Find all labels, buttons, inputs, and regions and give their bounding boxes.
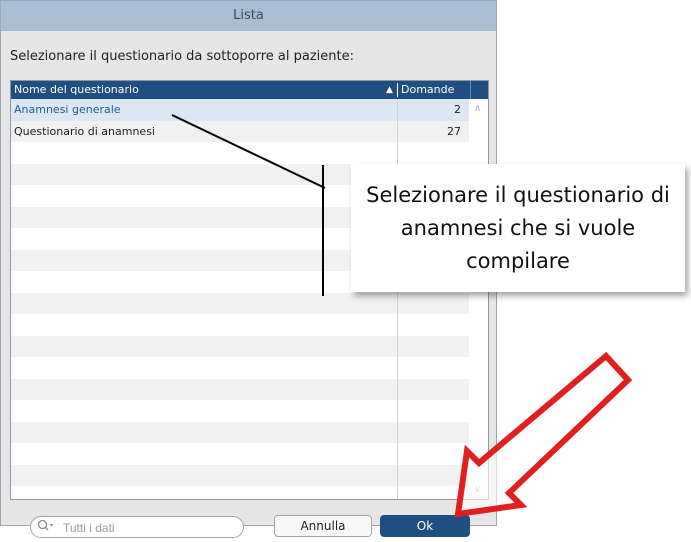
- red-arrow-icon: [454, 351, 633, 518]
- pointer-line: [171, 114, 326, 189]
- annotation-callout: Selezionare il questionario di anamnesi …: [351, 164, 685, 292]
- callout-text: Selezionare il questionario di anamnesi …: [366, 183, 670, 273]
